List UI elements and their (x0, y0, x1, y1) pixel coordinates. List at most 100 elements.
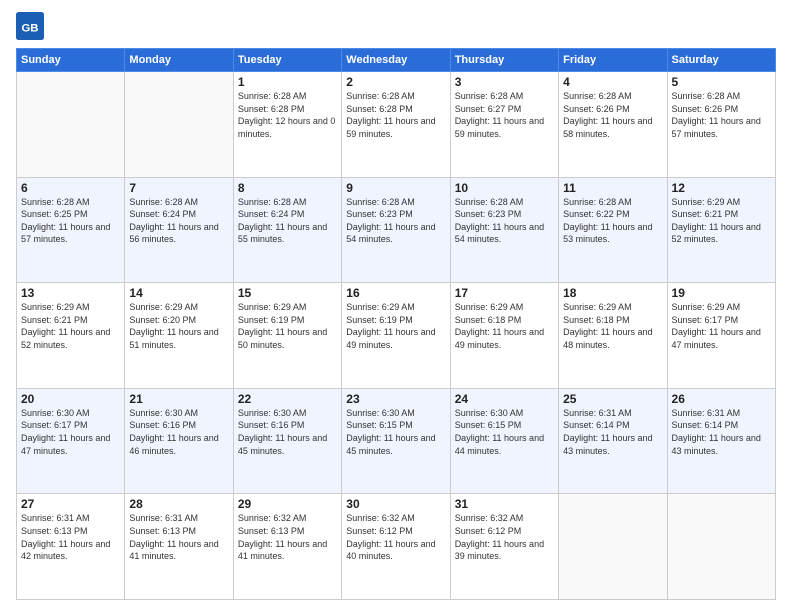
table-row (125, 72, 233, 178)
calendar-table: SundayMondayTuesdayWednesdayThursdayFrid… (16, 48, 776, 600)
day-info: Sunrise: 6:28 AMSunset: 6:28 PMDaylight:… (346, 90, 445, 140)
day-number: 12 (672, 181, 771, 195)
day-number: 21 (129, 392, 228, 406)
table-row: 30Sunrise: 6:32 AMSunset: 6:12 PMDayligh… (342, 494, 450, 600)
day-info: Sunrise: 6:29 AMSunset: 6:21 PMDaylight:… (21, 301, 120, 351)
table-row: 3Sunrise: 6:28 AMSunset: 6:27 PMDaylight… (450, 72, 558, 178)
logo-icon: GB (16, 12, 44, 40)
logo: GB (16, 12, 48, 40)
day-number: 15 (238, 286, 337, 300)
day-info: Sunrise: 6:29 AMSunset: 6:19 PMDaylight:… (346, 301, 445, 351)
day-number: 5 (672, 75, 771, 89)
day-number: 18 (563, 286, 662, 300)
day-number: 3 (455, 75, 554, 89)
day-info: Sunrise: 6:31 AMSunset: 6:14 PMDaylight:… (672, 407, 771, 457)
day-number: 30 (346, 497, 445, 511)
table-row (17, 72, 125, 178)
column-header-wednesday: Wednesday (342, 49, 450, 72)
day-number: 29 (238, 497, 337, 511)
table-row: 8Sunrise: 6:28 AMSunset: 6:24 PMDaylight… (233, 177, 341, 283)
day-info: Sunrise: 6:30 AMSunset: 6:15 PMDaylight:… (455, 407, 554, 457)
table-row: 31Sunrise: 6:32 AMSunset: 6:12 PMDayligh… (450, 494, 558, 600)
table-row: 4Sunrise: 6:28 AMSunset: 6:26 PMDaylight… (559, 72, 667, 178)
day-info: Sunrise: 6:32 AMSunset: 6:13 PMDaylight:… (238, 512, 337, 562)
day-info: Sunrise: 6:31 AMSunset: 6:14 PMDaylight:… (563, 407, 662, 457)
day-number: 10 (455, 181, 554, 195)
table-row: 26Sunrise: 6:31 AMSunset: 6:14 PMDayligh… (667, 388, 775, 494)
day-number: 1 (238, 75, 337, 89)
table-row: 15Sunrise: 6:29 AMSunset: 6:19 PMDayligh… (233, 283, 341, 389)
day-info: Sunrise: 6:32 AMSunset: 6:12 PMDaylight:… (346, 512, 445, 562)
table-row: 19Sunrise: 6:29 AMSunset: 6:17 PMDayligh… (667, 283, 775, 389)
table-row: 27Sunrise: 6:31 AMSunset: 6:13 PMDayligh… (17, 494, 125, 600)
day-info: Sunrise: 6:28 AMSunset: 6:26 PMDaylight:… (563, 90, 662, 140)
table-row: 1Sunrise: 6:28 AMSunset: 6:28 PMDaylight… (233, 72, 341, 178)
day-info: Sunrise: 6:28 AMSunset: 6:23 PMDaylight:… (346, 196, 445, 246)
table-row: 24Sunrise: 6:30 AMSunset: 6:15 PMDayligh… (450, 388, 558, 494)
day-number: 4 (563, 75, 662, 89)
day-info: Sunrise: 6:31 AMSunset: 6:13 PMDaylight:… (129, 512, 228, 562)
day-info: Sunrise: 6:30 AMSunset: 6:15 PMDaylight:… (346, 407, 445, 457)
day-number: 23 (346, 392, 445, 406)
day-number: 22 (238, 392, 337, 406)
table-row (667, 494, 775, 600)
table-row: 14Sunrise: 6:29 AMSunset: 6:20 PMDayligh… (125, 283, 233, 389)
day-number: 14 (129, 286, 228, 300)
table-row: 21Sunrise: 6:30 AMSunset: 6:16 PMDayligh… (125, 388, 233, 494)
column-header-sunday: Sunday (17, 49, 125, 72)
day-number: 19 (672, 286, 771, 300)
day-number: 2 (346, 75, 445, 89)
day-info: Sunrise: 6:30 AMSunset: 6:17 PMDaylight:… (21, 407, 120, 457)
day-number: 26 (672, 392, 771, 406)
table-row: 13Sunrise: 6:29 AMSunset: 6:21 PMDayligh… (17, 283, 125, 389)
table-row: 10Sunrise: 6:28 AMSunset: 6:23 PMDayligh… (450, 177, 558, 283)
table-row: 9Sunrise: 6:28 AMSunset: 6:23 PMDaylight… (342, 177, 450, 283)
table-row: 22Sunrise: 6:30 AMSunset: 6:16 PMDayligh… (233, 388, 341, 494)
day-number: 7 (129, 181, 228, 195)
day-number: 11 (563, 181, 662, 195)
column-header-tuesday: Tuesday (233, 49, 341, 72)
day-number: 24 (455, 392, 554, 406)
column-header-saturday: Saturday (667, 49, 775, 72)
table-row: 25Sunrise: 6:31 AMSunset: 6:14 PMDayligh… (559, 388, 667, 494)
table-row: 7Sunrise: 6:28 AMSunset: 6:24 PMDaylight… (125, 177, 233, 283)
day-info: Sunrise: 6:29 AMSunset: 6:19 PMDaylight:… (238, 301, 337, 351)
table-row: 18Sunrise: 6:29 AMSunset: 6:18 PMDayligh… (559, 283, 667, 389)
table-row: 12Sunrise: 6:29 AMSunset: 6:21 PMDayligh… (667, 177, 775, 283)
day-number: 17 (455, 286, 554, 300)
calendar-page: GB SundayMondayTuesdayWednesdayThursdayF… (0, 0, 792, 612)
day-info: Sunrise: 6:32 AMSunset: 6:12 PMDaylight:… (455, 512, 554, 562)
day-info: Sunrise: 6:29 AMSunset: 6:18 PMDaylight:… (563, 301, 662, 351)
day-info: Sunrise: 6:29 AMSunset: 6:18 PMDaylight:… (455, 301, 554, 351)
day-number: 16 (346, 286, 445, 300)
table-row: 28Sunrise: 6:31 AMSunset: 6:13 PMDayligh… (125, 494, 233, 600)
day-number: 20 (21, 392, 120, 406)
day-number: 6 (21, 181, 120, 195)
table-row: 29Sunrise: 6:32 AMSunset: 6:13 PMDayligh… (233, 494, 341, 600)
table-row: 6Sunrise: 6:28 AMSunset: 6:25 PMDaylight… (17, 177, 125, 283)
day-number: 8 (238, 181, 337, 195)
header: GB (16, 12, 776, 40)
svg-text:GB: GB (21, 22, 38, 34)
day-info: Sunrise: 6:28 AMSunset: 6:26 PMDaylight:… (672, 90, 771, 140)
day-number: 9 (346, 181, 445, 195)
day-number: 13 (21, 286, 120, 300)
table-row: 23Sunrise: 6:30 AMSunset: 6:15 PMDayligh… (342, 388, 450, 494)
day-info: Sunrise: 6:28 AMSunset: 6:28 PMDaylight:… (238, 90, 337, 140)
table-row: 17Sunrise: 6:29 AMSunset: 6:18 PMDayligh… (450, 283, 558, 389)
column-header-thursday: Thursday (450, 49, 558, 72)
day-number: 28 (129, 497, 228, 511)
day-info: Sunrise: 6:28 AMSunset: 6:24 PMDaylight:… (129, 196, 228, 246)
table-row: 2Sunrise: 6:28 AMSunset: 6:28 PMDaylight… (342, 72, 450, 178)
day-info: Sunrise: 6:28 AMSunset: 6:27 PMDaylight:… (455, 90, 554, 140)
day-info: Sunrise: 6:28 AMSunset: 6:24 PMDaylight:… (238, 196, 337, 246)
day-number: 31 (455, 497, 554, 511)
table-row: 11Sunrise: 6:28 AMSunset: 6:22 PMDayligh… (559, 177, 667, 283)
table-row (559, 494, 667, 600)
column-header-friday: Friday (559, 49, 667, 72)
table-row: 16Sunrise: 6:29 AMSunset: 6:19 PMDayligh… (342, 283, 450, 389)
day-number: 27 (21, 497, 120, 511)
day-info: Sunrise: 6:29 AMSunset: 6:20 PMDaylight:… (129, 301, 228, 351)
day-number: 25 (563, 392, 662, 406)
day-info: Sunrise: 6:30 AMSunset: 6:16 PMDaylight:… (238, 407, 337, 457)
